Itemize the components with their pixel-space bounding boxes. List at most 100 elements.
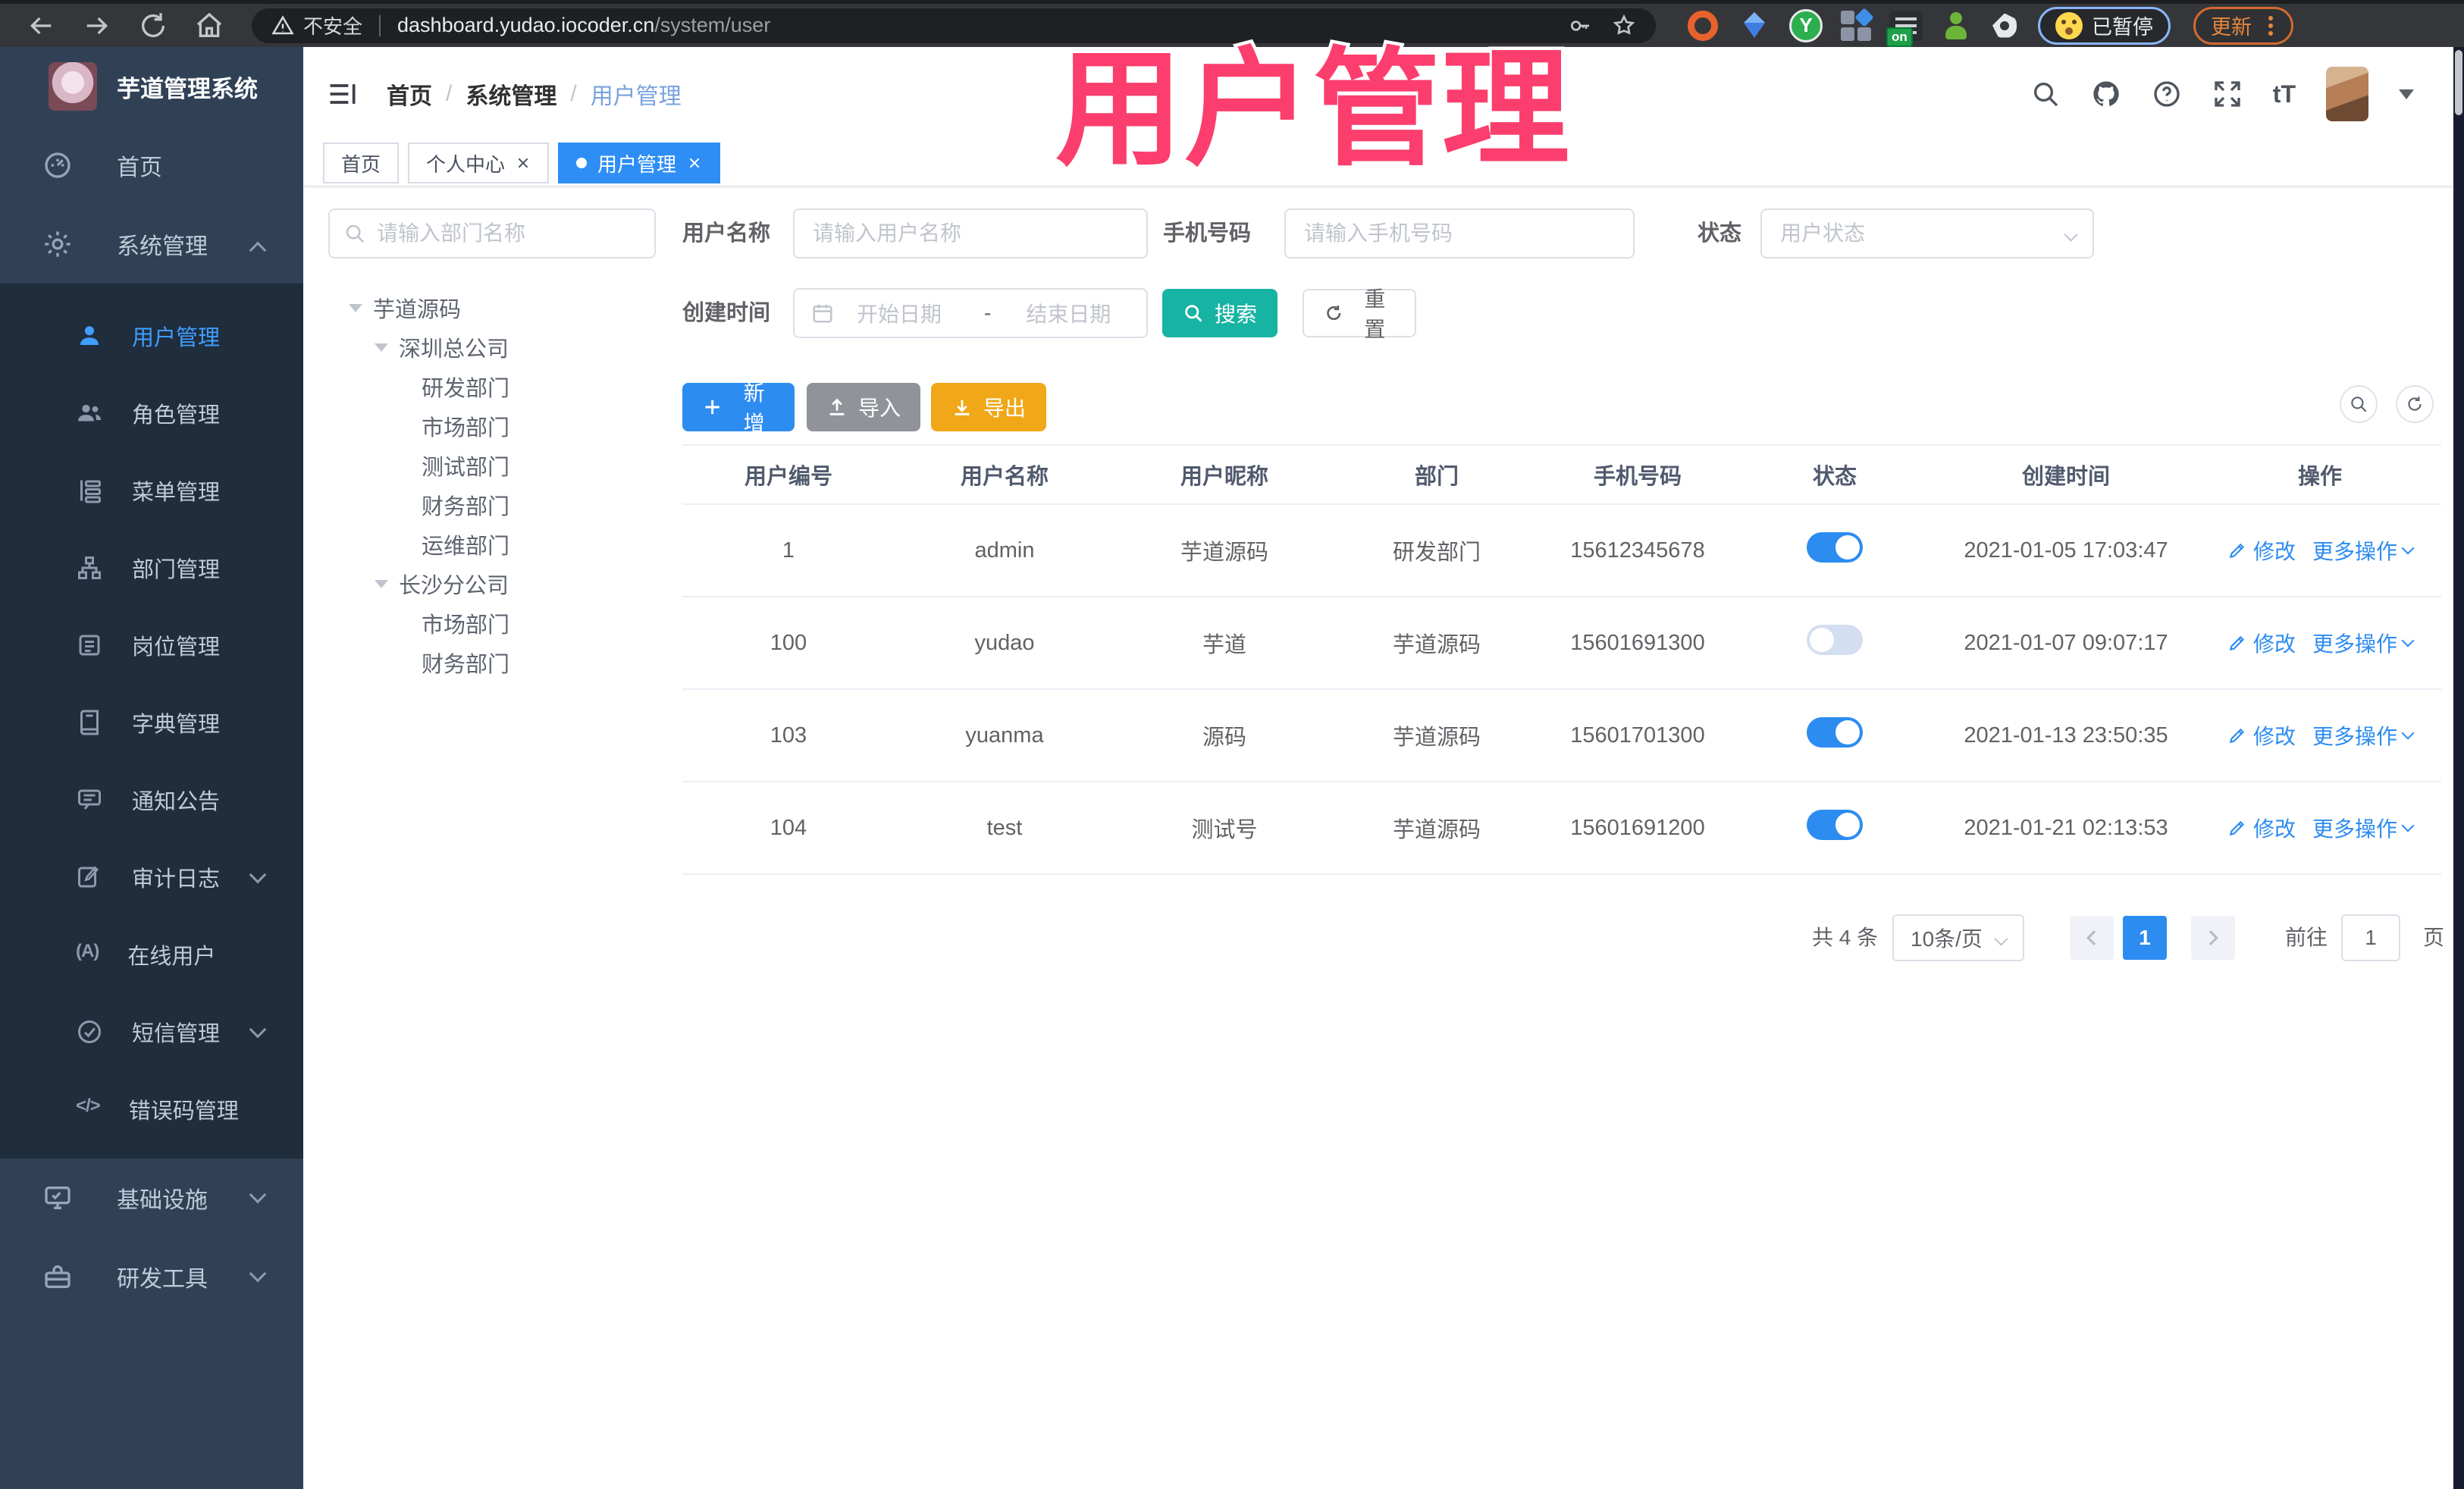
tree-expand-icon[interactable] <box>375 579 388 588</box>
bookmark-star-icon[interactable] <box>1612 14 1636 38</box>
fullscreen-icon[interactable] <box>2212 79 2243 109</box>
more-actions-link[interactable]: 更多操作 <box>2312 720 2415 751</box>
tab-home[interactable]: 首页 <box>323 143 400 183</box>
more-actions-link[interactable]: 更多操作 <box>2312 813 2415 843</box>
goto-page-input[interactable] <box>2341 914 2400 961</box>
status-select[interactable] <box>1760 208 2094 259</box>
edit-link[interactable]: 修改 <box>2227 813 2296 843</box>
sidebar-item-home[interactable]: 首页 <box>0 126 303 205</box>
tree-expand-icon[interactable] <box>375 343 388 352</box>
tab-user-management[interactable]: 用户管理 <box>558 143 721 183</box>
sidebar-item-online-users[interactable]: (A) 在线用户 <box>0 916 303 993</box>
breadcrumb-system[interactable]: 系统管理 <box>466 77 556 111</box>
sidebar-item-notice-management[interactable]: 通知公告 <box>0 761 303 839</box>
more-actions-link[interactable]: 更多操作 <box>2312 535 2415 566</box>
browser-menu-kebab-icon[interactable] <box>2268 23 2273 28</box>
forward-icon[interactable] <box>82 11 112 41</box>
extension-paused-pill[interactable]: 已暂停 <box>2038 6 2171 45</box>
tree-expand-icon[interactable] <box>349 303 362 312</box>
avatar[interactable] <box>2326 67 2368 121</box>
status-toggle[interactable] <box>1807 717 1863 748</box>
status-toggle[interactable] <box>1807 532 1863 563</box>
search-button[interactable]: 搜索 <box>1162 289 1277 337</box>
prev-page-button[interactable] <box>2070 916 2114 960</box>
sidebar-fold-icon[interactable] <box>326 77 359 111</box>
toggle-search-button[interactable] <box>2340 385 2378 423</box>
tab-profile[interactable]: 个人中心 <box>408 143 550 183</box>
sidebar-item-post-management[interactable]: 岗位管理 <box>0 607 303 684</box>
scrollbar-thumb[interactable] <box>2455 50 2462 115</box>
extension-green-person-icon[interactable] <box>1941 11 1971 41</box>
sidebar-item-audit-log[interactable]: 审计日志 <box>0 839 303 916</box>
username-input[interactable] <box>795 221 1146 246</box>
sidebar-item-dict-management[interactable]: 字典管理 <box>0 684 303 761</box>
search-icon[interactable] <box>2030 79 2061 109</box>
date-start-placeholder[interactable]: 开始日期 <box>857 298 942 328</box>
import-button[interactable]: 导入 <box>807 383 920 431</box>
date-end-placeholder[interactable]: 结束日期 <box>1026 298 1111 328</box>
current-page-button[interactable]: 1 <box>2123 916 2167 960</box>
url-host[interactable]: dashboard.yudao.iocoder.cn <box>397 14 654 37</box>
extensions-puzzle-icon[interactable] <box>1989 11 2020 41</box>
breadcrumb-home[interactable]: 首页 <box>387 77 432 111</box>
extension-green-y-icon[interactable]: Y <box>1789 8 1823 42</box>
sidebar-item-error-code-management[interactable]: </> 错误码管理 <box>0 1071 303 1148</box>
date-range-picker[interactable]: 开始日期 - 结束日期 <box>793 288 1148 338</box>
page-size-select[interactable]: 10条/页 <box>1892 914 2024 961</box>
extension-orange-ring-icon[interactable] <box>1686 9 1719 42</box>
dept-search-input[interactable] <box>377 221 641 246</box>
app-logo-row: 芋道管理系统 <box>0 47 303 126</box>
mobile-input[interactable] <box>1286 221 1633 246</box>
tree-node-root[interactable]: 芋道源码 <box>328 288 662 328</box>
sidebar-item-menu-management[interactable]: 菜单管理 <box>0 452 303 529</box>
edit-link[interactable]: 修改 <box>2227 628 2296 658</box>
cell-nickname: 芋道 <box>1202 633 1246 657</box>
home-icon[interactable] <box>194 11 224 41</box>
reload-icon[interactable] <box>138 11 168 41</box>
browser-update-button[interactable]: 更新 <box>2193 6 2293 45</box>
tree-node-dept[interactable]: 市场部门 <box>328 406 662 446</box>
sidebar-item-dev-tools[interactable]: 研发工具 <box>0 1237 303 1316</box>
status-toggle[interactable] <box>1807 810 1863 840</box>
extension-blue-kite-icon[interactable] <box>1738 9 1771 42</box>
edit-link[interactable]: 修改 <box>2227 535 2296 566</box>
add-button[interactable]: 新增 <box>682 381 795 435</box>
sidebar-item-infrastructure[interactable]: 基础设施 <box>0 1158 303 1237</box>
tree-node-company[interactable]: 深圳总公司 <box>328 328 662 367</box>
security-warning-icon[interactable] <box>271 14 294 37</box>
github-icon[interactable] <box>2091 79 2121 109</box>
tree-node-dept[interactable]: 财务部门 <box>328 643 662 682</box>
more-actions-link[interactable]: 更多操作 <box>2312 628 2415 658</box>
tree-node-dept[interactable]: 研发部门 <box>328 367 662 406</box>
help-icon[interactable] <box>2152 79 2182 109</box>
export-button[interactable]: 导出 <box>931 383 1046 431</box>
tree-node-dept[interactable]: 测试部门 <box>328 446 662 485</box>
sidebar-item-user-management[interactable]: 用户管理 <box>0 297 303 375</box>
font-size-icon[interactable]: tT <box>2273 80 2296 108</box>
status-select-input[interactable] <box>1762 221 2093 246</box>
security-label[interactable]: 不安全 <box>303 11 362 39</box>
back-icon[interactable] <box>26 11 56 41</box>
reset-button[interactable]: 重置 <box>1303 287 1416 341</box>
sidebar-item-role-management[interactable]: 角色管理 <box>0 375 303 452</box>
sidebar-item-sms-management[interactable]: 短信管理 <box>0 993 303 1071</box>
edit-link[interactable]: 修改 <box>2227 720 2296 751</box>
sidebar-item-dept-management[interactable]: 部门管理 <box>0 529 303 607</box>
tree-node-dept[interactable]: 运维部门 <box>328 525 662 564</box>
tree-node-dept[interactable]: 财务部门 <box>328 485 662 525</box>
status-toggle[interactable] <box>1807 625 1863 655</box>
refresh-table-button[interactable] <box>2396 385 2434 423</box>
url-path[interactable]: /system/user <box>654 14 770 37</box>
extension-dark-on-icon[interactable]: on <box>1886 10 1923 47</box>
sidebar-item-system-management[interactable]: 系统管理 <box>0 205 303 284</box>
tab-close-icon[interactable] <box>687 155 702 171</box>
avatar-caret-icon[interactable] <box>2399 89 2414 99</box>
next-page-button[interactable] <box>2191 916 2235 960</box>
tree-node-dept[interactable]: 市场部门 <box>328 603 662 643</box>
address-bar[interactable]: 不安全 dashboard.yudao.iocoder.cn /system/u… <box>252 8 1656 43</box>
window-scrollbar[interactable] <box>2453 47 2464 1489</box>
extension-squares-icon[interactable] <box>1841 7 1874 41</box>
tree-node-company[interactable]: 长沙分公司 <box>328 564 662 603</box>
tab-close-icon[interactable] <box>516 155 531 171</box>
password-key-icon[interactable] <box>1568 14 1592 38</box>
